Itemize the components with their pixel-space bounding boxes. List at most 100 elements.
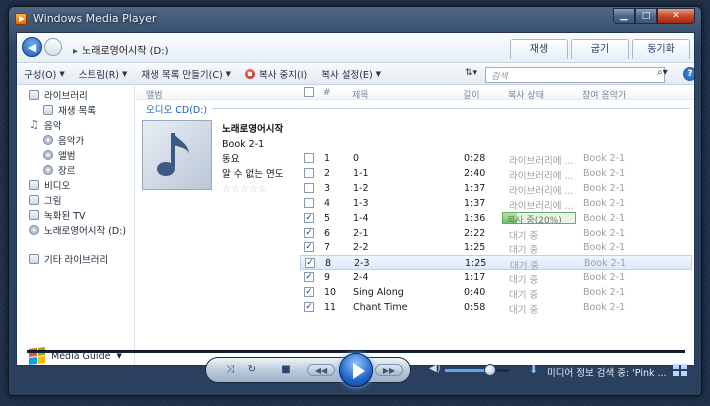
track-row[interactable]: ✓ 7 2-2 1:25 대기 중 Book 2-1 [302,240,692,256]
picture-icon [29,195,39,205]
dropdown-arrow-icon: ▼ [59,70,65,78]
sidebar-item-9[interactable]: 노래로영어시작 (D:) [29,223,126,237]
track-number: 9 [324,272,331,284]
sidebar-item-5[interactable]: 장르 [43,163,75,177]
maximize-button[interactable]: □ [635,8,657,24]
rating-stars[interactable]: ☆☆☆☆☆ [222,182,284,197]
stop-icon[interactable]: ■ [279,363,293,377]
track-row[interactable]: 2 1-1 2:40 라이브러리에 ... Book 2-1 [302,166,692,182]
tab-sync[interactable]: 동기화 [632,39,690,59]
help-icon[interactable]: ? [683,67,694,81]
sidebar-item-label: 장르 [58,166,76,177]
column-rip-status[interactable]: 복사 상태 [508,88,544,101]
track-row[interactable]: ✓ 10 Sing Along 0:40 대기 중 Book 2-1 [302,285,692,301]
sidebar-item-8[interactable]: 녹화된 TV [29,208,86,222]
track-checkbox[interactable] [304,153,314,163]
sidebar-item-label: 음악가 [58,136,85,147]
sidebar-item-7[interactable]: 그림 [29,193,61,207]
music-note-icon: ♫ [29,118,39,131]
track-title: 2-1 [353,227,369,239]
track-checkbox[interactable]: ✓ [304,287,314,298]
column-title[interactable]: 제목 [352,88,369,101]
track-row[interactable]: 4 1-3 1:37 라이브러리에 ... Book 2-1 [302,196,692,212]
repeat-icon[interactable]: ↻ [245,363,259,377]
breadcrumb[interactable]: ▸ 노래로영어시작 (D:) [73,42,168,57]
track-row[interactable]: ✓ 8 2-3 1:25 대기 중 Book 2-1 [300,255,692,272]
select-all-checkbox[interactable] [304,87,314,97]
track-checkbox[interactable] [304,197,314,208]
rip-status: 복사 중(20%) [507,215,562,226]
track-length: 2:40 [464,167,486,179]
track-checkbox[interactable]: ✓ [304,227,314,238]
sidebar-item-label: 앨범 [58,151,76,162]
shuffle-icon[interactable]: ⤨ [223,363,237,377]
album-art[interactable] [142,120,212,190]
sidebar-item-0[interactable]: 라이브러리 [29,88,88,102]
sidebar-item-6[interactable]: 비디오 [29,178,70,192]
playlist-icon [43,105,53,115]
create-playlist-menu[interactable]: 재생 목록 만들기(C) ▼ [134,64,238,84]
sidebar-item-10[interactable]: 기타 라이브러리 [29,252,108,266]
track-checkbox[interactable] [304,167,314,178]
volume-slider[interactable] [445,369,509,372]
column-length[interactable]: 길이 [463,88,480,101]
track-checkbox[interactable] [304,182,314,193]
track-checkbox[interactable]: ✓ [304,242,314,253]
video-icon [29,180,39,190]
close-button[interactable]: ✕ [657,8,695,24]
tab-play[interactable]: 재생 [510,39,568,59]
back-button[interactable]: ◀ [22,37,42,57]
rip-status: 대기 중 [509,275,539,287]
view-options-icon[interactable]: ⇅▾ [465,68,477,78]
track-row[interactable]: ✓ 6 2-1 2:22 대기 중 Book 2-1 [302,226,692,242]
sidebar-item-1[interactable]: 재생 목록 [43,103,96,117]
column-contributing-artist[interactable]: 참여 음악가 [582,88,626,101]
track-checkbox[interactable]: ✓ [305,258,315,269]
play-button[interactable] [339,353,373,387]
rip-status: 라이브러리에 ... [509,156,574,167]
tab-burn[interactable]: 굽기 [571,39,629,59]
search-icon[interactable]: ⌕▾ [657,67,668,78]
sidebar-item-label: 녹화된 TV [44,211,86,222]
next-button[interactable]: ▶▶ [375,364,403,376]
sidebar-item-label: 그림 [44,196,62,207]
track-row[interactable]: 1 0 0:28 라이브러리에 ... Book 2-1 [302,151,692,167]
track-row[interactable]: 3 1-2 1:37 라이브러리에 ... Book 2-1 [302,181,692,197]
stream-menu[interactable]: 스트림(R) ▼ [72,64,135,84]
dropdown-arrow-icon: ▼ [122,70,128,78]
track-row[interactable]: ✓ 5 1-4 1:36 복사 중(20%) Book 2-1 [302,211,692,226]
organize-label: 구성(O) [24,70,57,81]
track-row[interactable]: ✓ 9 2-4 1:17 대기 중 Book 2-1 [302,270,692,287]
search-input[interactable]: 검색 [485,67,665,83]
stop-rip-button[interactable]: 복사 중지(I) [238,64,314,84]
sidebar-item-2[interactable]: ♫ 음악 [29,118,61,132]
volume-knob[interactable] [483,364,496,376]
track-length: 1:36 [464,212,486,224]
rip-settings-menu[interactable]: 복사 설정(E) ▼ [314,64,388,84]
library-details-pane: 앨범 # 제목 길이 복사 상태 참여 음악가 오디오 CD(D:) 노래로영어… [136,86,694,365]
title-bar[interactable]: Windows Media Player ▁ □ ✕ [9,7,701,31]
track-row[interactable]: ✓ 11 Chant Time 0:58 대기 중 Book 2-1 [302,300,692,316]
column-album[interactable]: 앨범 [146,88,163,101]
album-info: 노래로영어시작 Book 2-1 동요 알 수 없는 연도 ☆☆☆☆☆ [222,122,284,197]
sidebar-item-3[interactable]: 음악가 [43,133,84,147]
previous-button[interactable]: ◀◀ [307,364,335,376]
library-icon [29,90,39,100]
track-checkbox[interactable]: ✓ [304,302,314,312]
rip-settings-label: 복사 설정(E) [321,70,373,81]
contributing-artist: Book 2-1 [583,302,626,313]
track-checkbox[interactable]: ✓ [304,272,314,283]
speaker-icon[interactable]: ◀) [429,363,441,374]
sidebar-item-label: 라이브러리 [44,91,88,102]
column-number[interactable]: # [323,88,331,98]
sidebar-item-4[interactable]: 앨범 [43,148,75,162]
organize-menu[interactable]: 구성(O) ▼ [17,64,72,84]
minimize-button[interactable]: ▁ [613,8,635,24]
track-checkbox[interactable]: ✓ [304,212,314,223]
stop-rip-icon [245,69,256,79]
breadcrumb-chevron-icon: ▸ [73,46,79,57]
switch-to-now-playing-icon[interactable] [673,364,687,376]
forward-button[interactable] [44,38,62,56]
cd-drive-icon [29,225,39,235]
track-length: 0:28 [464,153,486,164]
